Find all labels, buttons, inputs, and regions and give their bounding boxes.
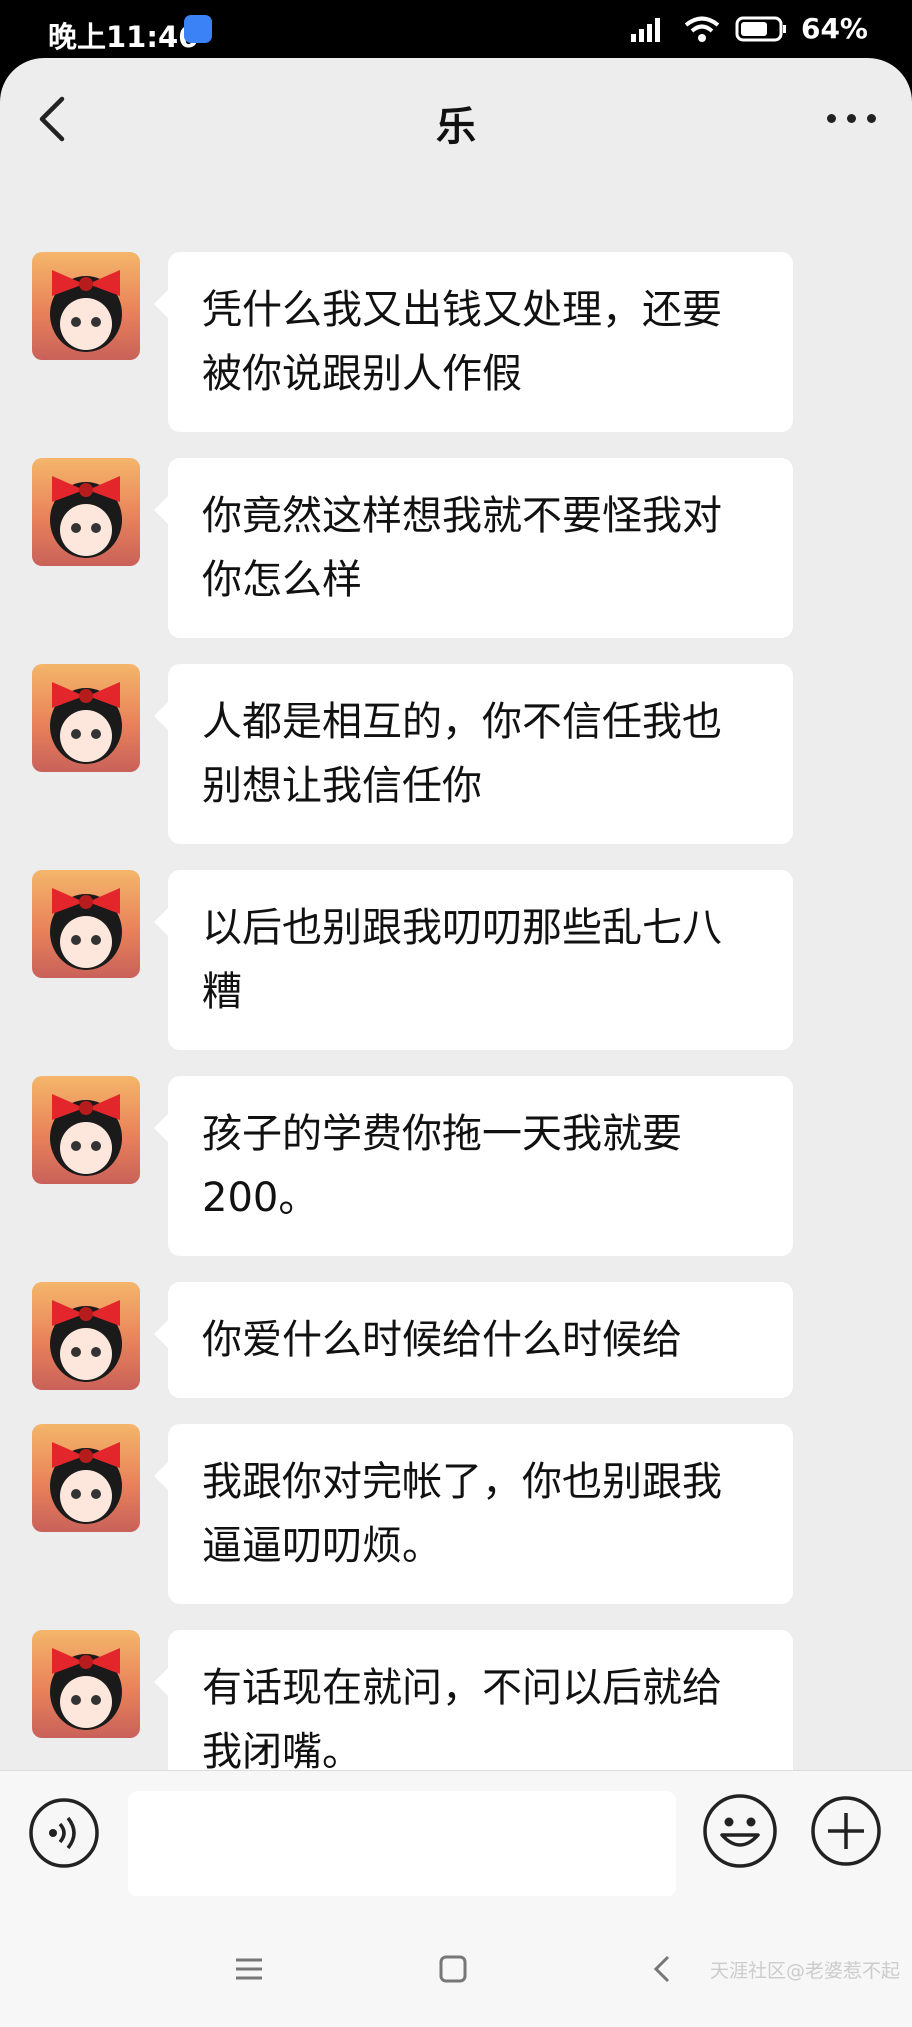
contact-avatar[interactable] — [32, 1282, 140, 1390]
contact-avatar[interactable] — [32, 870, 140, 978]
contact-avatar[interactable] — [32, 1630, 140, 1738]
message-bubble: 凭什么我又出钱又处理，还要被你说跟别人作假 — [154, 252, 793, 432]
message-bubble: 以后也别跟我叨叨那些乱七八糟 — [154, 870, 793, 1050]
watermark: 天涯社区@老婆惹不起 — [709, 1960, 900, 1982]
message-bubble: 你竟然这样想我就不要怪我对你怎么样 — [154, 458, 793, 638]
nav-back-icon[interactable] — [650, 1953, 674, 1985]
voice-input-icon[interactable] — [28, 1797, 100, 1869]
message-bubble: 我跟你对完帐了，你也别跟我逼逼叨叨烦。 — [154, 1424, 793, 1604]
battery-icon — [735, 16, 786, 41]
plus-icon[interactable] — [810, 1795, 882, 1867]
chat-title: 乐 — [436, 104, 476, 150]
message-bubble: 孩子的学费你拖一天我就要200。 — [154, 1076, 793, 1256]
status-bar: 晚上11:46 64% — [0, 0, 912, 60]
contact-avatar[interactable] — [32, 458, 140, 566]
battery-percentage: 64% — [800, 12, 868, 45]
contact-avatar[interactable] — [32, 664, 140, 772]
contact-avatar[interactable] — [32, 1076, 140, 1184]
home-icon[interactable] — [438, 1954, 468, 1984]
message-input[interactable] — [128, 1791, 676, 1897]
menu-icon[interactable] — [234, 1956, 264, 1982]
more-options-icon[interactable] — [827, 114, 876, 123]
signal-icon — [630, 17, 660, 42]
chat-header: 乐 — [0, 58, 912, 188]
message-bubble: 人都是相互的，你不信任我也别想让我信任你 — [154, 664, 793, 844]
contact-avatar[interactable] — [32, 1424, 140, 1532]
message-bubble: 你爱什么时候给什么时候给 — [154, 1282, 793, 1398]
emoji-icon[interactable] — [702, 1793, 778, 1869]
contact-avatar[interactable] — [32, 252, 140, 360]
status-time: 晚上11:46 — [48, 20, 199, 54]
wifi-icon — [684, 16, 720, 42]
chat-input-bar — [0, 1770, 912, 1897]
chat-screen: 乐 凭什么我又出钱又处理，还要被你说跟别人作假 你竟然这样想我就不要怪我对你怎么… — [0, 58, 912, 2027]
alarm-icon — [184, 15, 212, 43]
